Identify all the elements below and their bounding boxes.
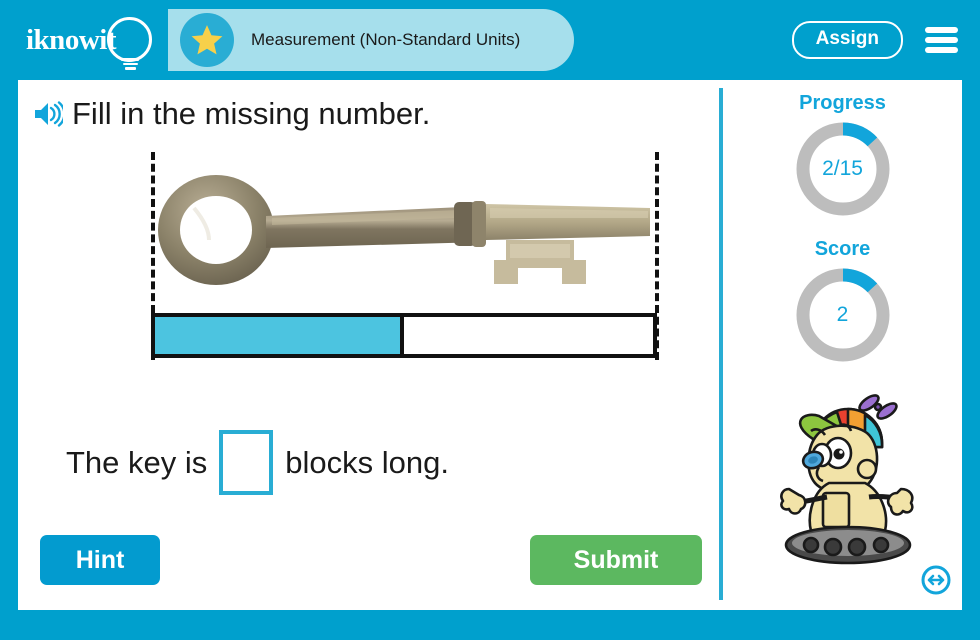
progress-label: Progress bbox=[799, 92, 886, 114]
assign-button[interactable]: Assign bbox=[791, 21, 903, 59]
quiz-title-pill: Measurement (Non-Standard Units) bbox=[168, 9, 575, 71]
answer-input[interactable] bbox=[219, 430, 274, 495]
answer-sentence: The key is blocks long. bbox=[66, 430, 449, 495]
page-title: Measurement (Non-Standard Units) bbox=[251, 30, 521, 49]
score-meter: Score 2 bbox=[723, 238, 962, 365]
score-ring: 2 bbox=[793, 265, 893, 365]
left-right-arrow-icon[interactable] bbox=[921, 565, 951, 595]
header-actions: Assign bbox=[791, 21, 980, 59]
progress-meter: Progress 2/15 bbox=[723, 92, 962, 219]
score-value: 2 bbox=[836, 303, 849, 326]
app-header: iknowit Measurement (Non-Standard Units)… bbox=[0, 0, 980, 80]
progress-value: 2/15 bbox=[822, 157, 863, 180]
activity-canvas: Fill in the missing number. The key is b… bbox=[18, 80, 962, 610]
answer-text-after: blocks long. bbox=[285, 444, 449, 480]
submit-button[interactable]: Submit bbox=[530, 535, 702, 585]
brand-logo[interactable]: iknowit bbox=[0, 0, 168, 80]
star-icon bbox=[180, 13, 234, 67]
block-bar bbox=[151, 313, 657, 358]
hint-button[interactable]: Hint bbox=[40, 535, 160, 585]
block-segment-empty[interactable] bbox=[404, 317, 653, 354]
measurement-area bbox=[18, 80, 719, 610]
app-window: iknowit Measurement (Non-Standard Units)… bbox=[0, 0, 980, 640]
score-label: Score bbox=[814, 238, 871, 260]
antique-key-image bbox=[154, 168, 654, 298]
block-segment-filled[interactable] bbox=[155, 317, 404, 354]
robot-mascot-icon bbox=[745, 385, 945, 585]
answer-text-before: The key is bbox=[66, 444, 208, 480]
hamburger-menu-icon[interactable] bbox=[925, 26, 958, 53]
status-sidebar: Progress 2/15 Score 2 bbox=[723, 80, 962, 610]
lightbulb-base-icon bbox=[121, 58, 139, 70]
progress-ring: 2/15 bbox=[793, 119, 893, 219]
brand-logo-text: iknowit bbox=[26, 23, 116, 56]
